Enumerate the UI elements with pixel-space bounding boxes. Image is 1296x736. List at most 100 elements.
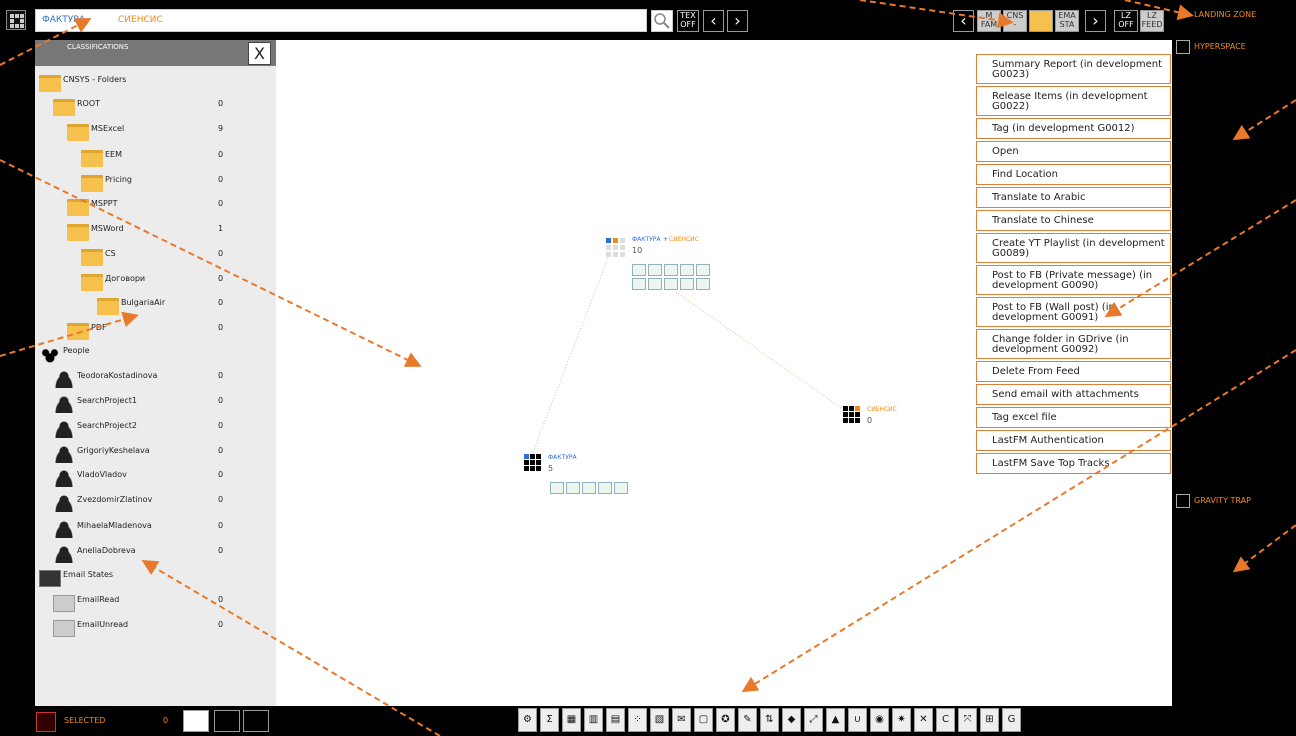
node-icon (620, 252, 625, 257)
tree-item-count: 0 (218, 323, 224, 332)
gravity-trap-label[interactable]: GRAVITY TRAP (1194, 496, 1251, 505)
search-token-faktura[interactable]: ФАКТУРА (42, 15, 85, 25)
context-menu-item[interactable]: Send email with attachments (976, 384, 1171, 405)
tree-item-count: 0 (218, 371, 224, 380)
context-menu-item[interactable]: Summary Report (in development G0023) (976, 54, 1171, 84)
context-menu-item[interactable]: Tag excel file (976, 407, 1171, 428)
context-menu-item[interactable]: Release Items (in development G0022) (976, 86, 1171, 116)
context-menu-item[interactable]: LastFM Save Top Tracks (976, 453, 1171, 474)
context-menu-item[interactable]: Create YT Playlist (in development G0089… (976, 233, 1171, 263)
columns-icon[interactable]: ▤ (606, 708, 625, 732)
selected-label: SELECTED (64, 716, 106, 725)
context-menu-item[interactable]: Delete From Feed (976, 361, 1171, 382)
context-menu-item[interactable]: Translate to Arabic (976, 187, 1171, 208)
tab-email-states[interactable]: EMA STA (1055, 10, 1079, 32)
avatar (53, 495, 75, 512)
lz-feed-button[interactable]: LZ FEED (1140, 10, 1164, 32)
gear-icon[interactable]: ⚙ (518, 708, 537, 732)
tree-item-label: EEM (105, 150, 123, 159)
tree-item-label: CNSYS - Folders (63, 75, 127, 84)
tree-icon[interactable]: ⊞ (980, 708, 999, 732)
landing-zone-label[interactable]: LANDING ZONE (1194, 10, 1256, 19)
view-grid-alt-button[interactable] (214, 710, 240, 732)
node-thumbnails[interactable] (550, 482, 634, 494)
graph-canvas[interactable]: ФАКТУРА + СИЕНСИС 10 СИЕНСИС 0 ФАКТУРА 5… (276, 40, 1172, 706)
node-count: 5 (548, 464, 554, 473)
top-bar: ФАКТУРА СИЕНСИС TEX OFF ‹ › ‹ M FAM CNS … (0, 0, 1296, 40)
tree-item-count: 0 (218, 175, 224, 184)
chevron-left-icon[interactable]: ‹ (703, 10, 724, 32)
sun-icon[interactable]: ✷ (892, 708, 911, 732)
chevron-right-icon[interactable]: › (727, 10, 748, 32)
tab-cnsys[interactable]: CNS - (1003, 10, 1027, 32)
hyperspace-label[interactable]: HYPERSPACE (1194, 42, 1246, 51)
list-icon[interactable]: ▧ (650, 708, 669, 732)
selected-grid-icon[interactable] (36, 712, 56, 732)
tabs-next-icon[interactable]: › (1085, 10, 1106, 32)
context-menu-item[interactable]: Post to FB (Wall post) (in development G… (976, 297, 1171, 327)
node-icon (536, 454, 541, 459)
hyperspace-icon[interactable] (1176, 40, 1190, 54)
node-icon (620, 245, 625, 250)
tabs-prev-icon[interactable]: ‹ (953, 10, 974, 32)
context-menu-item[interactable]: Post to FB (Private message) (in develop… (976, 265, 1171, 295)
email-state-icon (53, 620, 75, 637)
folder-icon (67, 124, 89, 141)
search-token-siensis[interactable]: СИЕНСИС (118, 15, 163, 25)
lifebuoy-icon[interactable]: ✪ (716, 708, 735, 732)
node-thumbnails[interactable] (632, 264, 716, 290)
doc-icon[interactable]: ▢ (694, 708, 713, 732)
brush-icon[interactable]: ✎ (738, 708, 757, 732)
tree-item-count: 0 (218, 396, 224, 405)
tree-item-label: EmailRead (77, 595, 120, 604)
tag-icon[interactable]: ◆ (782, 708, 801, 732)
grid-menu-icon[interactable] (6, 10, 26, 30)
expand-icon[interactable]: ⤢ (804, 708, 823, 732)
node-icon (855, 418, 860, 423)
refresh-icon[interactable]: C (936, 708, 955, 732)
grid-icon[interactable]: ▦ (562, 708, 581, 732)
scatter-icon[interactable]: ⁘ (628, 708, 647, 732)
tree-item-count: 0 (218, 249, 224, 258)
tree-item-count: 1 (218, 224, 224, 233)
table-icon[interactable]: ▥ (584, 708, 603, 732)
folder-icon (81, 150, 103, 167)
eye-icon[interactable]: ◉ (870, 708, 889, 732)
gravity-trap-icon[interactable] (1176, 494, 1190, 508)
sigma-icon[interactable]: Σ (540, 708, 559, 732)
close-panel-button[interactable]: X (248, 42, 271, 65)
context-menu-item[interactable]: Translate to Chinese (976, 210, 1171, 231)
node-label-faktura: ФАКТУРА (632, 236, 661, 243)
close-x-icon[interactable]: ✕ (914, 708, 933, 732)
mail-icon[interactable]: ✉ (672, 708, 691, 732)
folder-icon (67, 199, 89, 216)
context-menu-item[interactable]: Open (976, 141, 1171, 162)
classification-tree: CNSYS - Folders ROOT 0 MSExcel 9 EEM 0 Pricing 0… (35, 66, 276, 706)
search-input[interactable]: ФАКТУРА СИЕНСИС (35, 9, 647, 32)
panel-header: CLASSIFICATIONS X (35, 40, 276, 66)
avatar (53, 521, 75, 538)
tree-item-label: EmailUnread (77, 620, 129, 629)
context-menu-item[interactable]: Find Location (976, 164, 1171, 185)
view-diamond-button[interactable] (243, 710, 269, 732)
image-icon[interactable]: ▲ (826, 708, 845, 732)
context-menu-item[interactable]: Tag (in development G0012) (976, 118, 1171, 139)
fullscreen-icon[interactable]: ⤧ (958, 708, 977, 732)
panel-scrollbar[interactable] (263, 74, 271, 694)
folder-icon (67, 323, 89, 340)
panel-title: CLASSIFICATIONS (67, 43, 129, 51)
sort-icon[interactable]: ⇅ (760, 708, 779, 732)
search-icon[interactable] (651, 10, 673, 32)
context-menu: Summary Report (in development G0023) Rel… (976, 54, 1171, 476)
context-menu-item[interactable]: LastFM Authentication (976, 430, 1171, 451)
tab-my-family[interactable]: M FAM (977, 10, 1001, 32)
g-icon[interactable]: G (1002, 708, 1021, 732)
text-toggle-button[interactable]: TEX OFF (677, 10, 699, 32)
node-icon (843, 412, 848, 417)
lz-toggle-button[interactable]: LZ OFF (1114, 10, 1138, 32)
tab-folder-icon[interactable] (1029, 10, 1053, 32)
view-grid-button[interactable] (183, 710, 209, 732)
tool-icons: ⚙ Σ ▦ ▥ ▤ ⁘ ▧ ✉ ▢ ✪ ✎ ⇅ ◆ ⤢ ▲ ∪ ◉ ✷ ✕ C ⤧ ⊞ G (518, 708, 1021, 732)
context-menu-item[interactable]: Change folder in GDrive (in development … (976, 329, 1171, 359)
magnet-icon[interactable]: ∪ (848, 708, 867, 732)
